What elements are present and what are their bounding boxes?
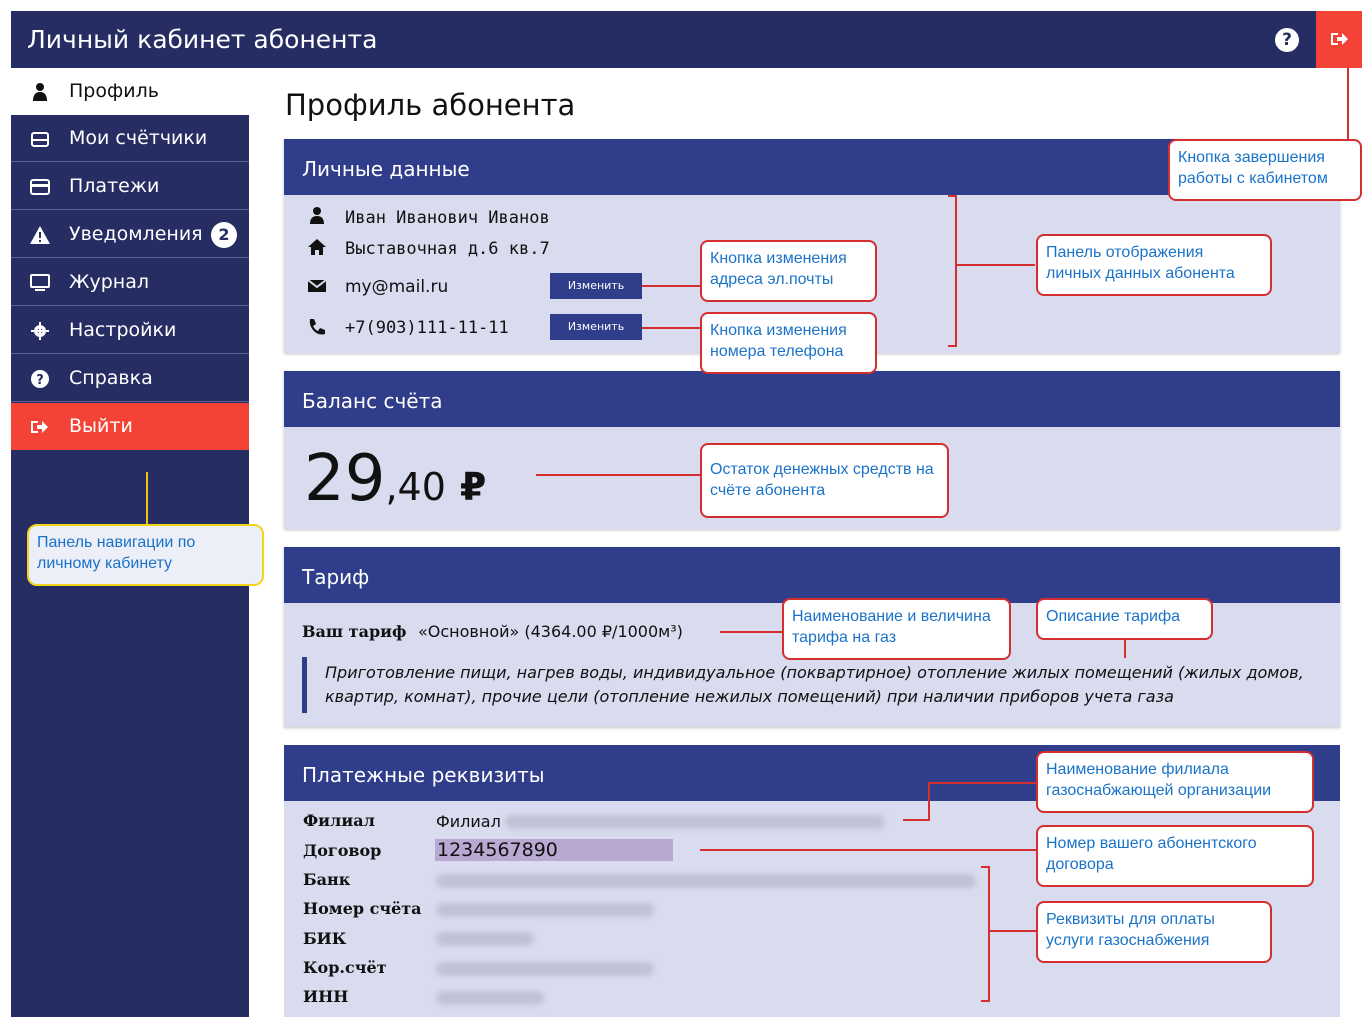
help-icon[interactable]: ? xyxy=(1275,28,1299,52)
connector-line xyxy=(955,195,957,347)
tariff-heading: Тариф xyxy=(284,547,1340,603)
tariff-description: Приготовление пищи, нагрев воды, индивид… xyxy=(302,657,1322,713)
top-bar: Личный кабинет абонента ? xyxy=(11,11,1362,68)
meter-icon xyxy=(31,132,49,147)
sidebar-item-payments[interactable]: Платежи xyxy=(11,163,249,210)
callout-tariff-name: Наименование и величина тарифа на газ xyxy=(782,598,1011,660)
connector-line xyxy=(955,264,1035,266)
callout-branch: Наименование филиала газоснабжающей орга… xyxy=(1036,751,1314,813)
connector-line xyxy=(642,285,700,287)
user-icon xyxy=(310,207,324,224)
bank-label: Банк xyxy=(303,870,351,889)
sidebar-item-label: Выйти xyxy=(69,415,133,437)
user-icon xyxy=(33,83,47,101)
subscriber-phone: +7(903)111-11-11 xyxy=(345,318,509,338)
branch-value: Филиал xyxy=(436,812,501,831)
sidebar-item-settings[interactable]: Настройки xyxy=(11,307,249,354)
inn-label: ИНН xyxy=(303,987,349,1006)
connector-line xyxy=(928,782,1036,784)
inn-value-redacted xyxy=(436,991,544,1005)
notification-count-badge: 2 xyxy=(211,222,237,248)
change-phone-button[interactable]: Изменить xyxy=(550,314,642,340)
sidebar-item-meters[interactable]: Мои счётчики xyxy=(11,115,249,162)
sidebar-item-help[interactable]: ? Справка xyxy=(11,355,249,402)
balance-heading: Баланс счёта xyxy=(284,371,1340,427)
connector-line xyxy=(903,819,930,821)
balance-fraction: ,40 xyxy=(385,465,446,509)
logout-button-top[interactable] xyxy=(1316,11,1362,68)
sidebar-item-label: Профиль xyxy=(69,80,159,102)
connector-line xyxy=(988,866,990,1002)
balance-integer: 29 xyxy=(304,442,386,516)
currency-symbol: ₽ xyxy=(459,465,487,509)
bik-label: БИК xyxy=(303,929,347,948)
sidebar-item-label: Справка xyxy=(69,367,153,389)
tariff-label: Ваш тариф xyxy=(302,622,407,641)
account-value-redacted xyxy=(436,903,654,917)
callout-balance: Остаток денежных средств на счёте абонен… xyxy=(700,443,949,518)
connector-line xyxy=(720,631,782,633)
question-circle-icon: ? xyxy=(31,370,49,388)
callout-phone-change: Кнопка изменения номера телефона xyxy=(700,312,877,374)
callout-personal-panel: Панель отображения личных данных абонент… xyxy=(1036,234,1272,296)
sidebar-item-journal[interactable]: Журнал xyxy=(11,259,249,306)
svg-text:?: ? xyxy=(36,373,44,388)
balance-amount: 29,40 ₽ xyxy=(304,442,486,516)
subscriber-email: my@mail.ru xyxy=(345,277,449,297)
gear-icon xyxy=(31,322,49,340)
bank-value-redacted xyxy=(436,874,976,888)
corr-account-value-redacted xyxy=(436,962,654,976)
contract-number: 1234567890 xyxy=(435,839,673,861)
sidebar-item-label: Журнал xyxy=(69,271,149,293)
callout-email-change: Кнопка изменения адреса эл.почты xyxy=(700,240,877,302)
subscriber-address: Выставочная д.6 кв.7 xyxy=(345,239,550,259)
connector-line xyxy=(981,866,990,868)
sign-out-icon xyxy=(1331,33,1348,45)
branch-name-redacted xyxy=(505,815,885,829)
subscriber-name: Иван Иванович Иванов xyxy=(345,208,550,228)
credit-card-icon xyxy=(30,179,50,195)
connector-line xyxy=(981,1000,990,1002)
corr-account-label: Кор.счёт xyxy=(303,958,387,977)
change-email-button[interactable]: Изменить xyxy=(550,273,642,299)
envelope-icon xyxy=(307,279,327,292)
contract-label: Договор xyxy=(303,841,382,860)
sidebar-item-label: Уведомления xyxy=(69,223,203,245)
connector-line xyxy=(948,195,957,197)
callout-logout: Кнопка завершения работы с кабинетом xyxy=(1168,139,1362,201)
callout-contract: Номер вашего абонентского договора xyxy=(1036,825,1314,887)
connector-line xyxy=(536,474,700,476)
page-title: Профиль абонента xyxy=(285,88,576,122)
branch-label: Филиал xyxy=(303,811,375,830)
sidebar-item-logout[interactable]: Выйти xyxy=(11,403,249,450)
phone-icon xyxy=(309,319,325,335)
bik-value-redacted xyxy=(436,932,534,946)
callout-tariff-description: Описание тарифа xyxy=(1036,598,1213,640)
tariff-value: «Основной» (4364.00 ₽/1000м³) xyxy=(418,622,683,641)
connector-line xyxy=(1347,68,1349,140)
callout-payment: Реквизиты для оплаты услуги газоснабжени… xyxy=(1036,901,1272,963)
sign-out-icon xyxy=(31,421,48,433)
connector-line xyxy=(988,930,1036,932)
sidebar-item-profile[interactable]: Профиль xyxy=(11,68,249,115)
connector-line xyxy=(948,345,957,347)
connector-line xyxy=(642,327,700,329)
sidebar-item-label: Мои счётчики xyxy=(69,127,208,149)
app-title: Личный кабинет абонента xyxy=(27,25,378,54)
connector-line xyxy=(928,782,930,821)
home-icon xyxy=(308,239,326,255)
connector-line xyxy=(146,472,148,524)
callout-navigation: Панель навигации по личному кабинету xyxy=(27,524,264,586)
sidebar-item-label: Настройки xyxy=(69,319,177,341)
warning-icon xyxy=(30,226,50,244)
account-label: Номер счёта xyxy=(303,899,422,918)
connector-line xyxy=(1124,638,1126,658)
sidebar-item-label: Платежи xyxy=(69,175,160,197)
sidebar-item-notifications[interactable]: Уведомления 2 xyxy=(11,211,249,258)
connector-line xyxy=(700,849,1036,851)
monitor-icon xyxy=(30,274,50,291)
